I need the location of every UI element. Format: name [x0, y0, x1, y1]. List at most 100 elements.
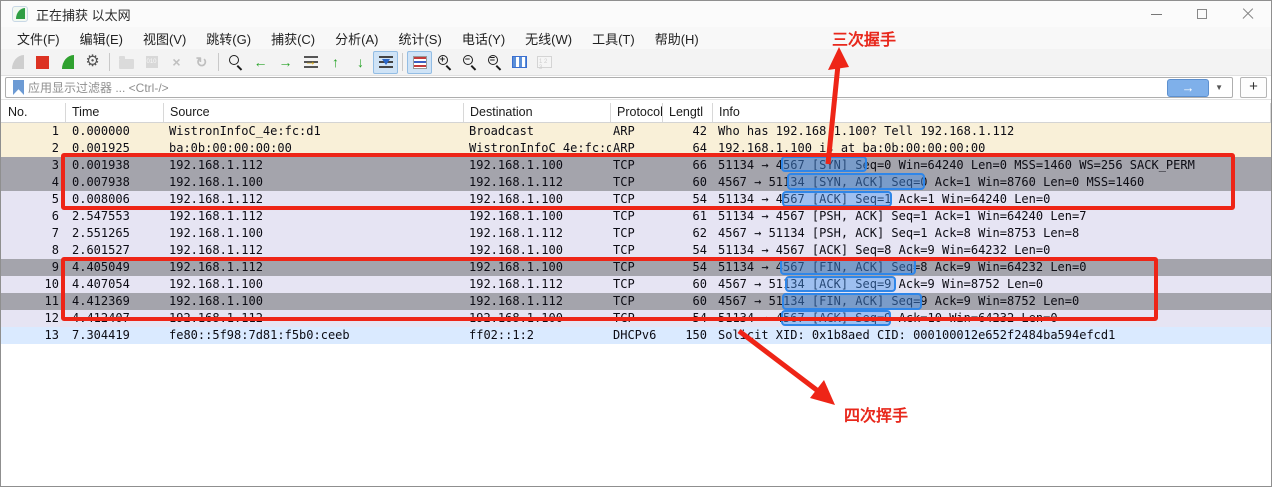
packet-row[interactable]: 10.000000WistronInfoC_4e:fc:d1BroadcastA…: [1, 123, 1271, 140]
cell-destination: 192.168.1.112: [464, 276, 611, 293]
column-header-protocol[interactable]: Protocol: [611, 103, 663, 122]
cell-source: 192.168.1.100: [164, 276, 464, 293]
auto-scroll-button[interactable]: [373, 51, 398, 74]
zoom-out-button[interactable]: −: [457, 51, 482, 74]
cell-destination: ff02::1:2: [464, 327, 611, 344]
start-capture-button[interactable]: [5, 51, 30, 74]
folder-icon: [119, 59, 134, 69]
cell-source: 192.168.1.112: [164, 259, 464, 276]
menu-item[interactable]: 工具(T): [582, 27, 645, 50]
cell-destination: 192.168.1.112: [464, 225, 611, 242]
column-header-info[interactable]: Info: [713, 103, 1271, 122]
menu-item[interactable]: 跳转(G): [196, 27, 261, 50]
cell-protocol: TCP: [611, 208, 663, 225]
packet-list-header: No.TimeSourceDestinationProtocolLengtlIn…: [1, 103, 1271, 123]
menu-item[interactable]: 无线(W): [515, 27, 582, 50]
zoom-reset-icon: =: [487, 54, 503, 70]
reload-icon: ↻: [196, 55, 208, 69]
menu-item[interactable]: 帮助(H): [645, 27, 709, 50]
cell-protocol: TCP: [611, 191, 663, 208]
menu-item[interactable]: 捕获(C): [261, 27, 325, 50]
menu-item[interactable]: 视图(V): [133, 27, 196, 50]
cell-source: ba:0b:00:00:00:00: [164, 140, 464, 157]
open-file-button[interactable]: [114, 51, 139, 74]
packet-row[interactable]: 104.407054192.168.1.100192.168.1.112TCP6…: [1, 276, 1271, 293]
next-packet-button[interactable]: →: [273, 51, 298, 74]
goto-packet-icon: [304, 56, 318, 68]
zoom-in-icon: +: [437, 54, 453, 70]
cell-length: 60: [663, 293, 713, 310]
cell-info: 51134 → 4567 [ACK] Seq=1 Ack=1 Win=64240…: [713, 191, 1271, 208]
close-x-icon: ×: [172, 55, 180, 69]
cell-protocol: TCP: [611, 225, 663, 242]
packet-row[interactable]: 62.547553192.168.1.112192.168.1.100TCP61…: [1, 208, 1271, 225]
cell-length: 54: [663, 191, 713, 208]
zoom-reset-button[interactable]: =: [482, 51, 507, 74]
zoom-in-button[interactable]: +: [432, 51, 457, 74]
packet-row[interactable]: 137.304419fe80::5f98:7d81:f5b0:ceebff02:…: [1, 327, 1271, 344]
resize-columns-button[interactable]: [507, 51, 532, 74]
reload-file-button[interactable]: ↻: [189, 51, 214, 74]
packet-row[interactable]: 20.001925ba:0b:00:00:00:00WistronInfoC_4…: [1, 140, 1271, 157]
restart-capture-button[interactable]: [55, 51, 80, 74]
display-filter-input[interactable]: [28, 81, 1167, 95]
packet-row[interactable]: 94.405049192.168.1.112192.168.1.100TCP54…: [1, 259, 1271, 276]
stop-capture-button[interactable]: [30, 51, 55, 74]
menu-item[interactable]: 编辑(E): [70, 27, 133, 50]
packet-row[interactable]: 114.412369192.168.1.100192.168.1.112TCP6…: [1, 293, 1271, 310]
cell-protocol: TCP: [611, 276, 663, 293]
menu-item[interactable]: 文件(F): [7, 27, 70, 50]
column-header-lengtl[interactable]: Lengtl: [663, 103, 713, 122]
close-file-button[interactable]: ×: [164, 51, 189, 74]
minimize-button[interactable]: [1133, 1, 1179, 27]
cell-no: 2: [1, 140, 66, 157]
cell-time: 2.601527: [66, 242, 164, 259]
colorize-button[interactable]: [407, 51, 432, 74]
reset-layout-button[interactable]: [532, 51, 557, 74]
filter-dropdown-caret-icon[interactable]: ▼: [1213, 83, 1229, 92]
column-header-source[interactable]: Source: [164, 103, 464, 122]
save-file-button[interactable]: [139, 51, 164, 74]
cell-time: 2.551265: [66, 225, 164, 242]
cell-length: 150: [663, 327, 713, 344]
packet-row[interactable]: 72.551265192.168.1.100192.168.1.112TCP62…: [1, 225, 1271, 242]
apply-filter-button[interactable]: →: [1167, 79, 1209, 97]
column-header-time[interactable]: Time: [66, 103, 164, 122]
menu-item[interactable]: 分析(A): [325, 27, 388, 50]
cell-info: 51134 → 4567 [SYN] Seq=0 Win=64240 Len=0…: [713, 157, 1271, 174]
last-packet-button[interactable]: ↓: [348, 51, 373, 74]
cell-destination: Broadcast: [464, 123, 611, 140]
close-button[interactable]: [1225, 1, 1271, 27]
packet-row[interactable]: 40.007938192.168.1.100192.168.1.112TCP60…: [1, 174, 1271, 191]
packet-row[interactable]: 82.601527192.168.1.112192.168.1.100TCP54…: [1, 242, 1271, 259]
cell-protocol: ARP: [611, 123, 663, 140]
menu-item[interactable]: 统计(S): [388, 27, 451, 50]
cell-time: 0.000000: [66, 123, 164, 140]
gear-icon: ⚙: [85, 54, 99, 70]
menu-item[interactable]: 电话(Y): [452, 27, 515, 50]
previous-packet-button[interactable]: ←: [248, 51, 273, 74]
capture-options-button[interactable]: ⚙: [80, 51, 105, 74]
column-header-no[interactable]: No.: [1, 103, 66, 122]
go-to-packet-button[interactable]: [298, 51, 323, 74]
cell-source: fe80::5f98:7d81:f5b0:ceeb: [164, 327, 464, 344]
display-filter-box: → ▼: [5, 77, 1233, 98]
packet-row[interactable]: 124.412407192.168.1.112192.168.1.100TCP5…: [1, 310, 1271, 327]
packet-row[interactable]: 50.008006192.168.1.112192.168.1.100TCP54…: [1, 191, 1271, 208]
zoom-out-icon: −: [462, 54, 478, 70]
column-header-destination[interactable]: Destination: [464, 103, 611, 122]
autoscroll-icon: [379, 56, 393, 68]
find-packet-button[interactable]: [223, 51, 248, 74]
cell-no: 8: [1, 242, 66, 259]
columns-123-icon: [537, 56, 552, 68]
first-packet-button[interactable]: ↑: [323, 51, 348, 74]
packet-row[interactable]: 30.001938192.168.1.112192.168.1.100TCP66…: [1, 157, 1271, 174]
cell-time: 7.304419: [66, 327, 164, 344]
filter-bookmark-icon[interactable]: [13, 80, 24, 95]
add-filter-button[interactable]: +: [1240, 77, 1267, 98]
cell-destination: WistronInfoC_4e:fc:d1: [464, 140, 611, 157]
cell-protocol: TCP: [611, 157, 663, 174]
titlebar: 正在捕获 以太网: [1, 1, 1271, 27]
maximize-button[interactable]: [1179, 1, 1225, 27]
cell-length: 54: [663, 259, 713, 276]
